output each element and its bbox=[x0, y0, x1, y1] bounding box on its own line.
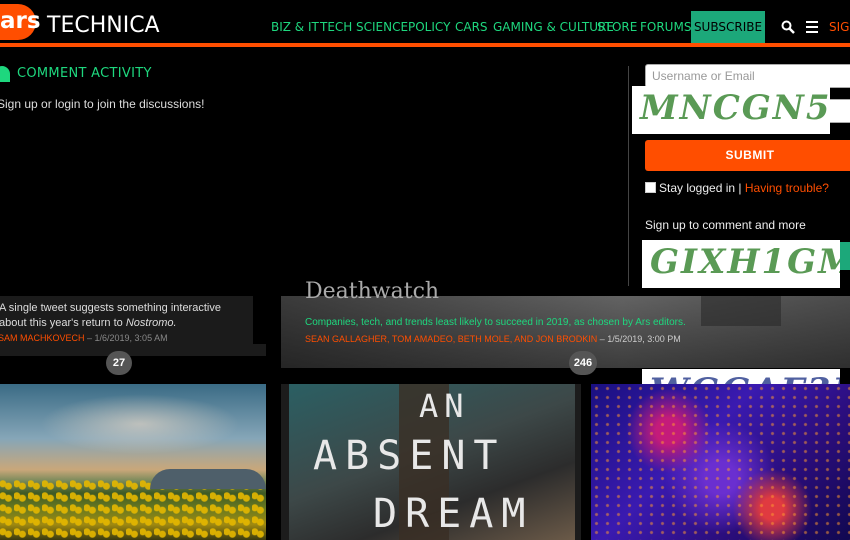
separator: | bbox=[738, 181, 742, 195]
comment-bubble-icon bbox=[0, 66, 10, 82]
nav-item-tech[interactable]: TECH bbox=[320, 19, 352, 35]
authors[interactable]: SEAN GALLAGHER, TOM AMADEO, BETH MOLE, A… bbox=[305, 334, 597, 344]
comment-count-badge[interactable]: 27 bbox=[106, 351, 132, 375]
captcha-image-1: MNCGN5 bbox=[632, 86, 830, 134]
subscribe-button[interactable]: SUBSCRIBE bbox=[691, 11, 765, 43]
search-icon[interactable] bbox=[781, 20, 795, 34]
book-title-word-3: DREAM bbox=[373, 491, 534, 537]
stay-logged-in-checkbox[interactable] bbox=[645, 182, 656, 193]
comment-count-badge-2[interactable]: 246 bbox=[569, 351, 597, 375]
logo-ars[interactable]: ars bbox=[0, 9, 41, 33]
mountains bbox=[150, 469, 266, 489]
article-byline-2: SEAN GALLAGHER, TOM AMADEO, BETH MOLE, A… bbox=[305, 333, 681, 345]
captcha-text-1: MNCGN5 bbox=[640, 88, 830, 128]
image-shape bbox=[701, 296, 781, 326]
deathwatch-image[interactable] bbox=[281, 296, 850, 368]
having-trouble-link[interactable]: Having trouble? bbox=[745, 181, 829, 195]
comment-activity-prompt: Sign up or login to join the discussions… bbox=[0, 97, 205, 111]
logo-technica[interactable]: TECHNICA bbox=[47, 13, 160, 39]
article-date-2: – 1/5/2019, 3:00 PM bbox=[597, 334, 681, 344]
nav-item-science[interactable]: SCIENCE bbox=[356, 19, 408, 35]
sign-in-link[interactable]: SIGN IN bbox=[829, 19, 850, 35]
book-cover-tile[interactable]: AN ABSENT DREAM bbox=[281, 384, 581, 540]
excerpt-line-2: about this year's return to Nostromo. bbox=[0, 316, 221, 331]
menu-icon[interactable] bbox=[806, 21, 818, 33]
article-byline: SAM MACHKOVECH – 1/6/2019, 3:05 AM bbox=[0, 333, 168, 343]
nav-accent-line bbox=[0, 43, 850, 47]
nav-item-store[interactable]: STORE bbox=[597, 19, 637, 35]
article-card-left[interactable]: A single tweet suggests something intera… bbox=[0, 296, 253, 356]
galaxy-dots bbox=[591, 384, 850, 540]
book-title-word-2: ABSENT bbox=[313, 433, 506, 479]
nav-item-biz-it[interactable]: BIZ & IT bbox=[271, 19, 319, 35]
stay-logged-in-label: Stay logged in bbox=[659, 181, 736, 195]
sunflower-field-image[interactable] bbox=[0, 384, 266, 540]
cosmic-web-image[interactable] bbox=[591, 384, 850, 540]
clouds bbox=[40, 394, 240, 454]
signup-button[interactable] bbox=[840, 242, 850, 270]
nav-item-forums[interactable]: FORUMS bbox=[640, 19, 691, 35]
nav-item-cars[interactable]: CARS bbox=[455, 19, 488, 35]
article-title[interactable]: Deathwatch bbox=[305, 278, 439, 306]
comment-activity-title: COMMENT ACTIVITY bbox=[17, 66, 152, 81]
signup-text: Sign up to comment and more bbox=[645, 218, 806, 232]
submit-button[interactable]: SUBMIT bbox=[645, 140, 850, 171]
captcha-text-2: GIXH1GMX bbox=[650, 242, 840, 282]
article-subtitle: Companies, tech, and trends least likely… bbox=[305, 317, 686, 328]
excerpt-emphasis: Nostromo. bbox=[125, 317, 177, 329]
excerpt-line-1: A single tweet suggests something intera… bbox=[0, 302, 221, 314]
article-excerpt: A single tweet suggests something intera… bbox=[0, 301, 221, 331]
stay-logged-in-row: Stay logged in | Having trouble? bbox=[645, 181, 829, 195]
book-cover: AN ABSENT DREAM bbox=[289, 384, 575, 540]
nav-item-gaming-culture[interactable]: GAMING & CULTURE bbox=[493, 19, 614, 35]
author-name[interactable]: SAM MACHKOVECH bbox=[0, 333, 85, 343]
article-date: – 1/6/2019, 3:05 AM bbox=[84, 333, 168, 343]
username-input[interactable]: Username or Email bbox=[645, 64, 850, 88]
top-nav: ars TECHNICA BIZ & IT TECH SCIENCE POLIC… bbox=[0, 0, 850, 43]
panel-divider bbox=[628, 66, 629, 286]
book-title-word-1: AN bbox=[419, 387, 470, 425]
captcha-image-2: GIXH1GMX bbox=[642, 240, 840, 288]
excerpt-text: about this year's return to bbox=[0, 317, 126, 329]
card-edge bbox=[253, 344, 266, 356]
nav-item-policy[interactable]: POLICY bbox=[408, 19, 450, 35]
